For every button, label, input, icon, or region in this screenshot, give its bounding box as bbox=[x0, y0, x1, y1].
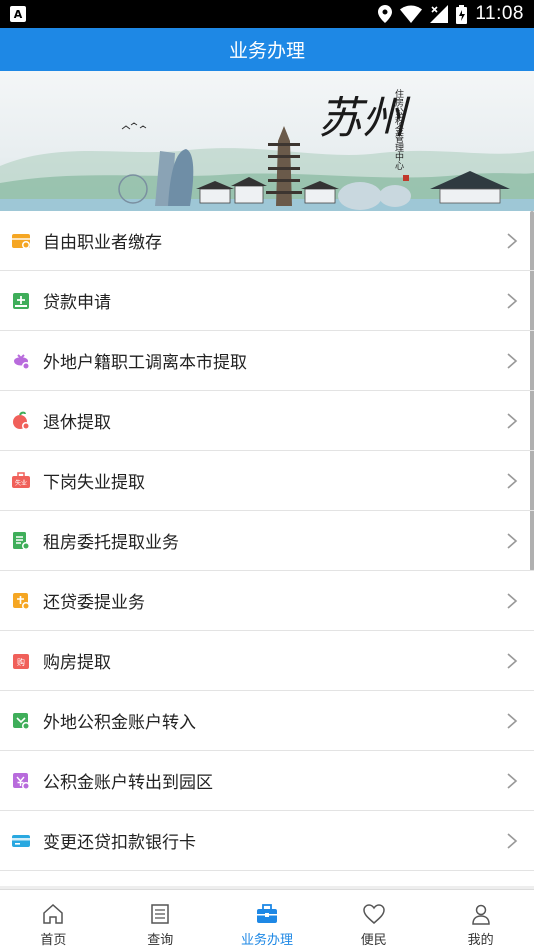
menu-item-house-purchase-withdrawal[interactable]: 购 购房提取 bbox=[0, 631, 534, 691]
menu-item-label: 还贷委提业务 bbox=[43, 593, 145, 613]
nav-label: 我的 bbox=[467, 933, 494, 948]
business-menu-list: 自由职业者缴存 贷款申请 外地户籍职工调离本市提取 退休提取 失业 下岗失业提取… bbox=[0, 211, 534, 886]
menu-item-label: 租房委托提取业务 bbox=[43, 533, 179, 553]
purchase-icon-text: 购 bbox=[17, 657, 25, 667]
menu-item-repayment-withdrawal[interactable]: 还贷委提业务 bbox=[0, 571, 534, 631]
chevron-right-icon bbox=[507, 232, 518, 249]
banner-subtitle: 住房公积金管理中心 bbox=[393, 88, 404, 170]
menu-item-label: 自由职业者缴存 bbox=[43, 233, 162, 253]
list-icon bbox=[151, 904, 169, 924]
user-icon bbox=[471, 904, 490, 925]
nav-label: 业务办理 bbox=[240, 933, 293, 948]
menu-item-label: 下岗失业提取 bbox=[43, 473, 145, 493]
nav-mine[interactable]: 我的 bbox=[427, 890, 534, 951]
bank-card-icon bbox=[12, 834, 30, 847]
wallet-icon bbox=[12, 233, 30, 249]
menu-item-label: 购房提取 bbox=[43, 653, 111, 673]
notification-icon: A bbox=[10, 6, 26, 22]
menu-item-label: 外地户籍职工调离本市提取 bbox=[43, 353, 247, 373]
chevron-right-icon bbox=[507, 472, 518, 489]
menu-item-change-bank-card[interactable]: 变更还贷扣款银行卡 bbox=[0, 811, 534, 871]
menu-item-freelancer-deposit[interactable]: 自由职业者缴存 bbox=[0, 211, 534, 271]
loan-icon bbox=[13, 292, 29, 309]
nav-label: 查询 bbox=[147, 933, 174, 948]
menu-item-label: 公积金账户转出到园区 bbox=[43, 773, 213, 793]
signal-icon bbox=[430, 5, 449, 23]
menu-item-retirement-withdrawal[interactable]: 退休提取 bbox=[0, 391, 534, 451]
banner-illustration: 苏州 住房公积金管理中心 bbox=[0, 88, 534, 211]
heart-icon bbox=[363, 904, 385, 924]
nav-label: 便民 bbox=[360, 933, 387, 948]
battery-icon bbox=[456, 4, 468, 24]
menu-item-label: 外地公积金账户转入 bbox=[43, 713, 196, 733]
location-icon bbox=[378, 5, 393, 23]
peach-icon bbox=[13, 411, 30, 430]
page-title: 业务办理 bbox=[228, 40, 305, 62]
bottom-navigation: 首页 查询 业务办理 便民 我的 bbox=[0, 889, 534, 951]
document-icon bbox=[13, 531, 30, 550]
briefcase-icon-text: 失业 bbox=[15, 479, 27, 487]
transfer-in-icon bbox=[13, 712, 30, 730]
menu-item-nonlocal-withdrawal[interactable]: 外地户籍职工调离本市提取 bbox=[0, 331, 534, 391]
menu-item-label: 贷款申请 bbox=[43, 293, 111, 313]
purchase-icon: 购 bbox=[13, 653, 29, 669]
header: 业务办理 bbox=[0, 28, 534, 71]
menu-item-label: 退休提取 bbox=[43, 413, 111, 433]
briefcase-icon: 失业 bbox=[12, 471, 30, 488]
menu-item-label: 变更还贷扣款银行卡 bbox=[43, 833, 196, 853]
menu-item-loan-application[interactable]: 贷款申请 bbox=[0, 271, 534, 331]
nav-label: 首页 bbox=[40, 933, 67, 948]
chevron-right-icon bbox=[507, 532, 518, 549]
chevron-right-icon bbox=[507, 352, 518, 369]
card-icon bbox=[13, 592, 30, 610]
chevron-right-icon bbox=[507, 292, 518, 309]
purse-icon bbox=[14, 353, 30, 370]
chevron-right-icon bbox=[507, 592, 518, 609]
home-icon bbox=[43, 903, 64, 924]
menu-item-unemployment-withdrawal[interactable]: 失业 下岗失业提取 bbox=[0, 451, 534, 511]
menu-item-account-transfer-out[interactable]: 公积金账户转出到园区 bbox=[0, 751, 534, 811]
clock: 11:08 bbox=[475, 3, 524, 24]
status-bar: A 11:08 bbox=[0, 0, 534, 28]
chevron-right-icon bbox=[507, 832, 518, 849]
chevron-right-icon bbox=[507, 652, 518, 669]
chevron-right-icon bbox=[507, 772, 518, 789]
chevron-right-icon bbox=[507, 412, 518, 429]
transfer-out-icon bbox=[13, 772, 30, 790]
nav-convenience[interactable]: 便民 bbox=[320, 890, 427, 951]
menu-item-rental-withdrawal[interactable]: 租房委托提取业务 bbox=[0, 511, 534, 571]
nav-home[interactable]: 首页 bbox=[0, 890, 107, 951]
chevron-right-icon bbox=[507, 712, 518, 729]
wifi-icon bbox=[400, 5, 423, 23]
menu-item-account-transfer-in[interactable]: 外地公积金账户转入 bbox=[0, 691, 534, 751]
nav-query[interactable]: 查询 bbox=[107, 890, 214, 951]
nav-business[interactable]: 业务办理 bbox=[214, 890, 321, 951]
briefcase-icon bbox=[256, 904, 277, 923]
city-banner: 苏州 住房公积金管理中心 bbox=[0, 71, 534, 211]
